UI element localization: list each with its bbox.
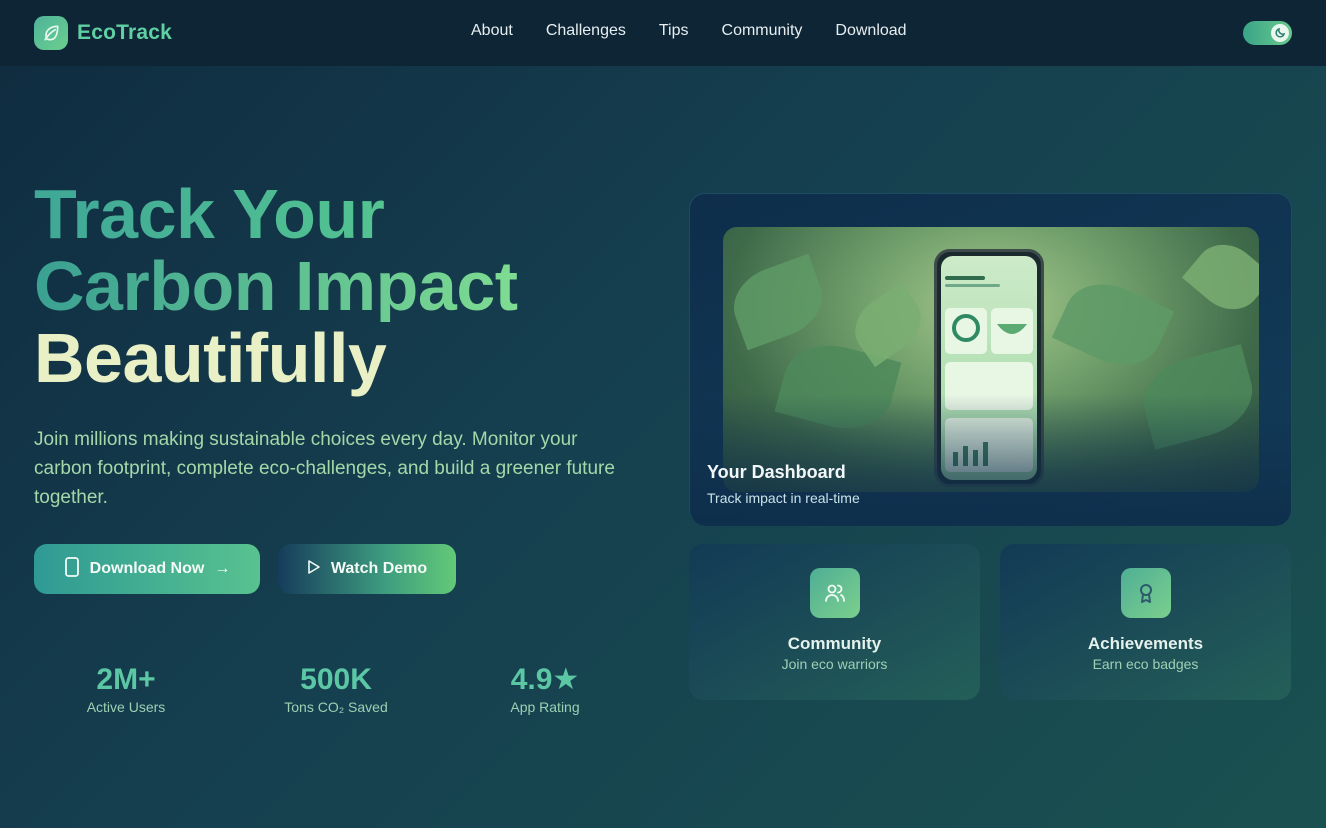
achievements-title: Achievements — [1087, 634, 1204, 653]
brand[interactable]: EcoTrack — [34, 16, 172, 50]
nav-link-about[interactable]: About — [471, 22, 513, 40]
achievements-subtitle: Earn eco badges — [1092, 656, 1199, 672]
achievements-card[interactable]: Achievements Earn eco badges — [1000, 544, 1291, 700]
moon-icon — [1271, 24, 1289, 42]
award-icon — [1121, 568, 1171, 618]
stat-label: App Rating — [510, 699, 580, 715]
nav-link-challenges[interactable]: Challenges — [546, 22, 626, 40]
headline-line-1: Track Your — [34, 178, 518, 250]
stat-value: 500K — [300, 663, 372, 696]
community-subtitle: Join eco warriors — [781, 656, 888, 672]
download-now-label: Download Now — [89, 560, 205, 577]
stat-co2-saved: 500K Tons CO₂ Saved — [246, 663, 426, 715]
download-now-button[interactable]: Download Now → — [34, 544, 260, 594]
watch-demo-button[interactable]: Watch Demo — [278, 544, 456, 594]
hero-subtitle: Join millions making sustainable choices… — [34, 429, 615, 508]
stat-active-users: 2M+ Active Users — [36, 663, 216, 715]
stat-value: 2M+ — [96, 663, 156, 696]
theme-toggle[interactable] — [1243, 21, 1292, 45]
stat-value: 4.9★ — [510, 663, 580, 696]
play-icon — [307, 559, 321, 580]
nav-link-community[interactable]: Community — [722, 22, 803, 40]
stat-app-rating: 4.9★ App Rating — [455, 663, 635, 715]
phone-icon — [64, 556, 80, 582]
dashboard-title: Your Dashboard — [707, 462, 846, 482]
nav-link-tips[interactable]: Tips — [659, 22, 689, 40]
headline-line-2: Carbon Impact — [34, 247, 518, 325]
brand-name: EcoTrack — [77, 21, 172, 44]
arrow-right-icon: → — [214, 560, 231, 577]
stat-label: Tons CO₂ Saved — [284, 699, 388, 715]
stat-label: Active Users — [86, 699, 166, 715]
nav-link-download[interactable]: Download — [835, 22, 906, 40]
headline-line-3: Beautifully — [34, 319, 387, 397]
dashboard-subtitle: Track impact in real-time — [707, 490, 860, 506]
dashboard-card[interactable]: Your Dashboard Track impact in real-time — [689, 193, 1292, 526]
nav-links: About Challenges Tips Community Download — [471, 22, 907, 40]
hero-headline: Track Your Carbon Impact Beautifully — [34, 178, 518, 394]
community-title: Community — [787, 634, 882, 653]
leaf-icon — [34, 16, 68, 50]
users-icon — [810, 568, 860, 618]
top-nav: EcoTrack About Challenges Tips Community… — [0, 0, 1326, 66]
community-card[interactable]: Community Join eco warriors — [689, 544, 980, 700]
watch-demo-label: Watch Demo — [330, 560, 428, 577]
